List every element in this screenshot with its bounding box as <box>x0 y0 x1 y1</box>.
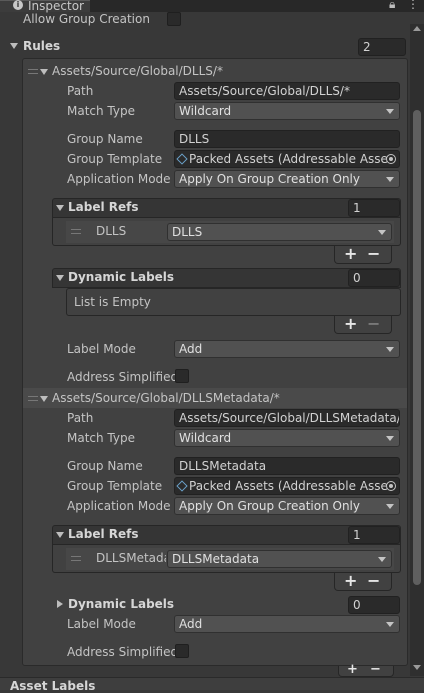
label-refs-count[interactable]: 1 <box>348 526 400 544</box>
label-refs-label: Label Refs <box>68 527 139 541</box>
path-label: Path <box>67 411 94 425</box>
group-name-label: Group Name <box>67 459 143 473</box>
label-refs-footer <box>334 573 392 591</box>
label-ref-value: DLLS <box>172 225 203 239</box>
rule-1-header[interactable]: Assets/Source/Global/DLLS/* <box>52 64 223 78</box>
chevron-down-icon <box>378 557 386 562</box>
chevron-down-icon <box>386 177 394 182</box>
group-template-value: Packed Assets (Addressable Asse <box>189 152 388 166</box>
remove-rule-button[interactable]: − <box>370 663 381 676</box>
label-ref-key: DLLS <box>96 224 127 238</box>
group-name-field[interactable]: DLLSMetadata <box>174 457 400 475</box>
list-empty-text: List is Empty <box>74 295 151 309</box>
match-type-label: Match Type <box>67 104 135 118</box>
label-mode-label: Label Mode <box>67 617 136 631</box>
object-picker-icon[interactable] <box>386 481 396 491</box>
drag-handle-icon[interactable] <box>71 556 81 561</box>
label-mode-dropdown[interactable]: Add <box>174 340 400 358</box>
rule-2-foldout-arrow[interactable] <box>40 396 48 402</box>
label-mode-value: Add <box>179 617 203 631</box>
dynamic-labels-foldout-arrow[interactable] <box>56 275 64 281</box>
group-template-label: Group Template <box>67 479 163 493</box>
group-name-label: Group Name <box>67 132 143 146</box>
scroll-up-icon[interactable] <box>413 26 421 31</box>
asset-labels-header[interactable]: Asset Labels <box>10 679 95 693</box>
match-type-label: Match Type <box>67 431 135 445</box>
group-template-label: Group Template <box>67 152 163 166</box>
label-ref-key: DLLSMetada <box>96 551 166 565</box>
chevron-down-icon <box>378 230 386 235</box>
address-simplified-label: Address Simplified <box>67 645 179 659</box>
label-mode-dropdown[interactable]: Add <box>174 615 400 633</box>
dynamic-labels-count[interactable]: 0 <box>348 269 400 287</box>
group-template-value: Packed Assets (Addressable Asse <box>189 479 388 493</box>
match-type-dropdown[interactable]: Wildcard <box>174 102 400 120</box>
label-refs-label: Label Refs <box>68 200 139 214</box>
dynamic-labels-label: Dynamic Labels <box>68 270 175 284</box>
info-icon: i <box>13 0 23 10</box>
allow-group-creation-checkbox[interactable] <box>167 12 181 26</box>
match-type-value: Wildcard <box>179 431 232 445</box>
inspector-tab[interactable]: i Inspector <box>0 0 90 13</box>
chevron-down-icon <box>386 436 394 441</box>
asset-icon <box>176 480 188 492</box>
match-type-dropdown[interactable]: Wildcard <box>174 429 400 447</box>
kebab-menu-icon[interactable]: ⋮ <box>407 0 419 11</box>
label-mode-value: Add <box>179 342 203 356</box>
label-mode-label: Label Mode <box>67 342 136 356</box>
application-mode-label: Application Mode <box>67 499 171 513</box>
group-name-field[interactable]: DLLS <box>174 130 400 148</box>
lock-icon[interactable]: 🔒︎ <box>389 0 395 12</box>
rule-1-foldout-arrow[interactable] <box>40 69 48 75</box>
add-button[interactable]: + <box>344 316 357 332</box>
group-template-field[interactable]: Packed Assets (Addressable Asse <box>174 477 400 495</box>
address-simplified-checkbox[interactable] <box>175 644 189 658</box>
application-mode-dropdown[interactable]: Apply On Group Creation Only <box>174 170 400 188</box>
label-ref-value: DLLSMetadata <box>172 552 260 566</box>
match-type-value: Wildcard <box>179 104 232 118</box>
add-button[interactable]: + <box>344 246 357 262</box>
rule-2-header[interactable]: Assets/Source/Global/DLLSMetadata/* <box>52 391 280 405</box>
remove-button[interactable]: − <box>367 316 380 332</box>
rules-count-field[interactable]: 2 <box>358 38 406 56</box>
label-refs-foldout-arrow[interactable] <box>56 532 64 538</box>
group-template-field[interactable]: Packed Assets (Addressable Asse <box>174 150 400 168</box>
application-mode-dropdown[interactable]: Apply On Group Creation Only <box>174 497 400 515</box>
remove-button[interactable]: − <box>367 573 380 589</box>
path-field[interactable]: Assets/Source/Global/DLLS/* <box>174 82 400 100</box>
label-ref-dropdown[interactable]: DLLSMetadata <box>167 550 392 568</box>
path-field[interactable]: Assets/Source/Global/DLLSMetadata/* <box>174 409 400 427</box>
object-picker-icon[interactable] <box>386 154 396 164</box>
dynamic-labels-footer <box>334 316 392 334</box>
application-mode-value: Apply On Group Creation Only <box>179 172 360 186</box>
label-refs-foldout-arrow[interactable] <box>56 205 64 211</box>
chevron-down-icon <box>386 504 394 509</box>
chevron-down-icon <box>386 347 394 352</box>
drag-handle-icon[interactable] <box>28 69 38 74</box>
address-simplified-label: Address Simplified <box>67 370 179 384</box>
path-label: Path <box>67 84 94 98</box>
asset-icon <box>176 153 188 165</box>
add-button[interactable]: + <box>344 573 357 589</box>
chevron-down-icon <box>386 622 394 627</box>
application-mode-value: Apply On Group Creation Only <box>179 499 360 513</box>
label-ref-dropdown[interactable]: DLLS <box>167 223 392 241</box>
drag-handle-icon[interactable] <box>28 396 38 401</box>
application-mode-label: Application Mode <box>67 172 171 186</box>
chevron-down-icon <box>386 109 394 114</box>
scroll-down-icon[interactable] <box>413 665 421 670</box>
rules-label: Rules <box>23 39 61 53</box>
label-refs-footer <box>334 246 392 264</box>
rules-foldout-arrow[interactable] <box>10 43 18 49</box>
dynamic-labels-label: Dynamic Labels <box>68 597 175 611</box>
label-refs-count[interactable]: 1 <box>348 199 400 217</box>
remove-button[interactable]: − <box>367 246 380 262</box>
scrollbar-thumb[interactable] <box>413 110 421 585</box>
address-simplified-checkbox[interactable] <box>175 369 189 383</box>
dynamic-labels-count[interactable]: 0 <box>348 596 400 614</box>
drag-handle-icon[interactable] <box>71 229 81 234</box>
dynamic-labels-foldout-arrow[interactable] <box>57 600 63 608</box>
allow-group-creation-label: Allow Group Creation <box>23 12 150 26</box>
add-rule-button[interactable]: + <box>347 663 358 676</box>
